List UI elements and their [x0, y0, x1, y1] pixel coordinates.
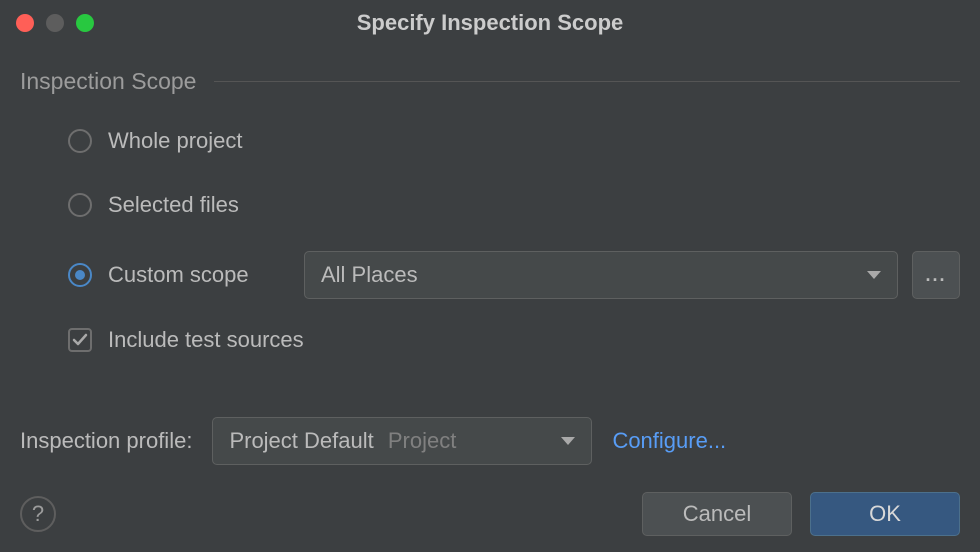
dialog-body: Inspection Scope Whole project Selected … [0, 46, 980, 465]
chevron-down-icon [561, 437, 575, 445]
help-button[interactable]: ? [20, 496, 56, 532]
inspection-profile-row: Inspection profile: Project Default Proj… [20, 417, 960, 465]
ok-button[interactable]: OK [810, 492, 960, 536]
checkbox-icon [68, 328, 92, 352]
profile-dropdown[interactable]: Project Default Project [212, 417, 592, 465]
cancel-button[interactable]: Cancel [642, 492, 792, 536]
dialog-footer: ? Cancel OK [20, 492, 960, 536]
section-header: Inspection Scope [20, 68, 960, 95]
minimize-window-button[interactable] [46, 14, 64, 32]
ellipsis-icon: ... [925, 265, 946, 286]
radio-icon [68, 193, 92, 217]
section-divider [214, 81, 960, 82]
window-title: Specify Inspection Scope [0, 10, 980, 36]
profile-suffix: Project [388, 428, 456, 453]
radio-selected-files[interactable]: Selected files [68, 187, 960, 223]
close-window-button[interactable] [16, 14, 34, 32]
radio-icon [68, 263, 92, 287]
configure-link[interactable]: Configure... [612, 428, 726, 454]
maximize-window-button[interactable] [76, 14, 94, 32]
radio-custom-scope-row: Custom scope All Places ... [68, 251, 960, 299]
scope-more-button[interactable]: ... [912, 251, 960, 299]
help-icon: ? [32, 501, 44, 527]
scope-radio-group: Whole project Selected files Custom scop… [20, 123, 960, 299]
include-tests-checkbox[interactable]: Include test sources [20, 327, 960, 353]
titlebar: Specify Inspection Scope [0, 0, 980, 46]
window-controls [16, 14, 94, 32]
radio-icon [68, 129, 92, 153]
chevron-down-icon [867, 271, 881, 279]
custom-scope-dropdown[interactable]: All Places [304, 251, 898, 299]
footer-buttons: Cancel OK [642, 492, 960, 536]
dropdown-value: All Places [321, 262, 418, 288]
profile-label: Inspection profile: [20, 428, 192, 454]
radio-label: Selected files [108, 192, 239, 218]
radio-whole-project[interactable]: Whole project [68, 123, 960, 159]
checkbox-label: Include test sources [108, 327, 304, 353]
radio-label: Custom scope [108, 262, 249, 288]
section-label: Inspection Scope [20, 68, 196, 95]
profile-value: Project Default [229, 428, 373, 453]
radio-custom-scope[interactable]: Custom scope [68, 262, 288, 288]
radio-label: Whole project [108, 128, 243, 154]
